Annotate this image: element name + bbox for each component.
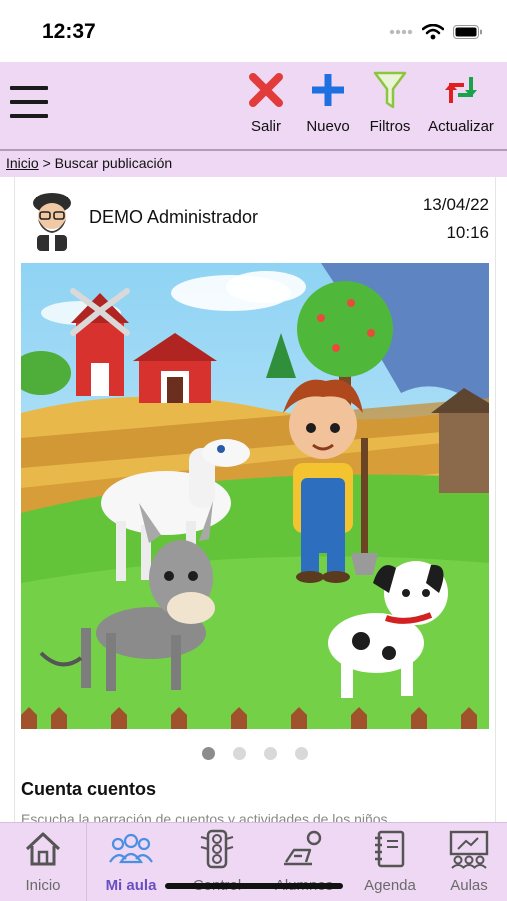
tab-aulas-label: Aulas <box>450 877 488 894</box>
tab-inicio-label: Inicio <box>25 877 61 894</box>
status-time: 12:37 <box>42 20 96 43</box>
tab-agenda[interactable]: Agenda <box>349 823 431 901</box>
filters-button[interactable]: Filtros <box>366 68 414 135</box>
tab-inicio[interactable]: Inicio <box>0 823 86 901</box>
breadcrumb-home-link[interactable]: Inicio <box>6 155 39 171</box>
breadcrumb-current: Buscar publicación <box>54 155 173 171</box>
carousel-dots[interactable] <box>15 747 495 760</box>
traffic-light-icon <box>200 829 234 869</box>
status-bar: 12:37 <box>0 0 507 62</box>
top-toolbar: Salir Nuevo Filtros Actualizar <box>0 62 507 150</box>
menu-icon[interactable] <box>10 86 48 122</box>
post-image[interactable] <box>21 263 489 729</box>
new-button[interactable]: Nuevo <box>302 68 354 135</box>
student-icon <box>284 830 322 866</box>
filter-icon <box>373 71 407 109</box>
group-icon <box>109 833 153 864</box>
refresh-button-label: Actualizar <box>428 118 494 135</box>
plus-icon <box>312 74 344 106</box>
close-icon <box>249 73 283 107</box>
home-icon <box>25 832 61 866</box>
tab-mi-aula-label: Mi aula <box>105 877 157 894</box>
carousel-dot-1[interactable] <box>202 747 215 760</box>
signal-icon <box>389 29 413 35</box>
post-card[interactable]: DEMO Administrador 13/04/22 10:16 Cuenta… <box>14 177 496 822</box>
exit-button-label: Salir <box>250 118 281 135</box>
status-icons <box>389 24 483 40</box>
battery-icon <box>453 25 482 39</box>
post-title: Cuenta cuentos <box>21 779 157 799</box>
breadcrumb: Inicio > Buscar publicación <box>0 151 507 177</box>
refresh-button[interactable]: Actualizar <box>424 68 498 135</box>
exit-button[interactable]: Salir <box>243 68 289 135</box>
tab-alumnos[interactable]: Alumnos <box>259 823 349 901</box>
carousel-dot-3[interactable] <box>264 747 277 760</box>
new-button-label: Nuevo <box>306 118 350 135</box>
home-indicator[interactable] <box>165 883 343 889</box>
post-time: 10:16 <box>446 223 489 242</box>
refresh-icon <box>445 77 477 103</box>
tab-agenda-label: Agenda <box>364 877 416 894</box>
post-datetime: 13/04/22 10:16 <box>423 191 489 247</box>
content-area: DEMO Administrador 13/04/22 10:16 Cuenta… <box>0 177 507 822</box>
breadcrumb-separator: > <box>38 155 55 171</box>
classroom-icon <box>449 830 489 869</box>
post-date: 13/04/22 <box>422 195 489 214</box>
post-excerpt: Escucha la narración de cuentos y activi… <box>21 811 400 822</box>
notebook-icon <box>375 830 405 868</box>
carousel-dot-4[interactable] <box>295 747 308 760</box>
bottom-tab-bar: Inicio Mi aula Control <box>0 822 507 901</box>
filters-button-label: Filtros <box>369 118 411 135</box>
farm-illustration <box>21 263 489 729</box>
tab-mi-aula[interactable]: Mi aula <box>87 823 175 901</box>
post-author: DEMO Administrador <box>89 207 259 227</box>
avatar <box>33 193 71 251</box>
wifi-icon <box>422 24 444 40</box>
tab-control[interactable]: Control <box>175 823 259 901</box>
carousel-dot-2[interactable] <box>233 747 246 760</box>
tab-aulas[interactable]: Aulas <box>431 823 507 901</box>
